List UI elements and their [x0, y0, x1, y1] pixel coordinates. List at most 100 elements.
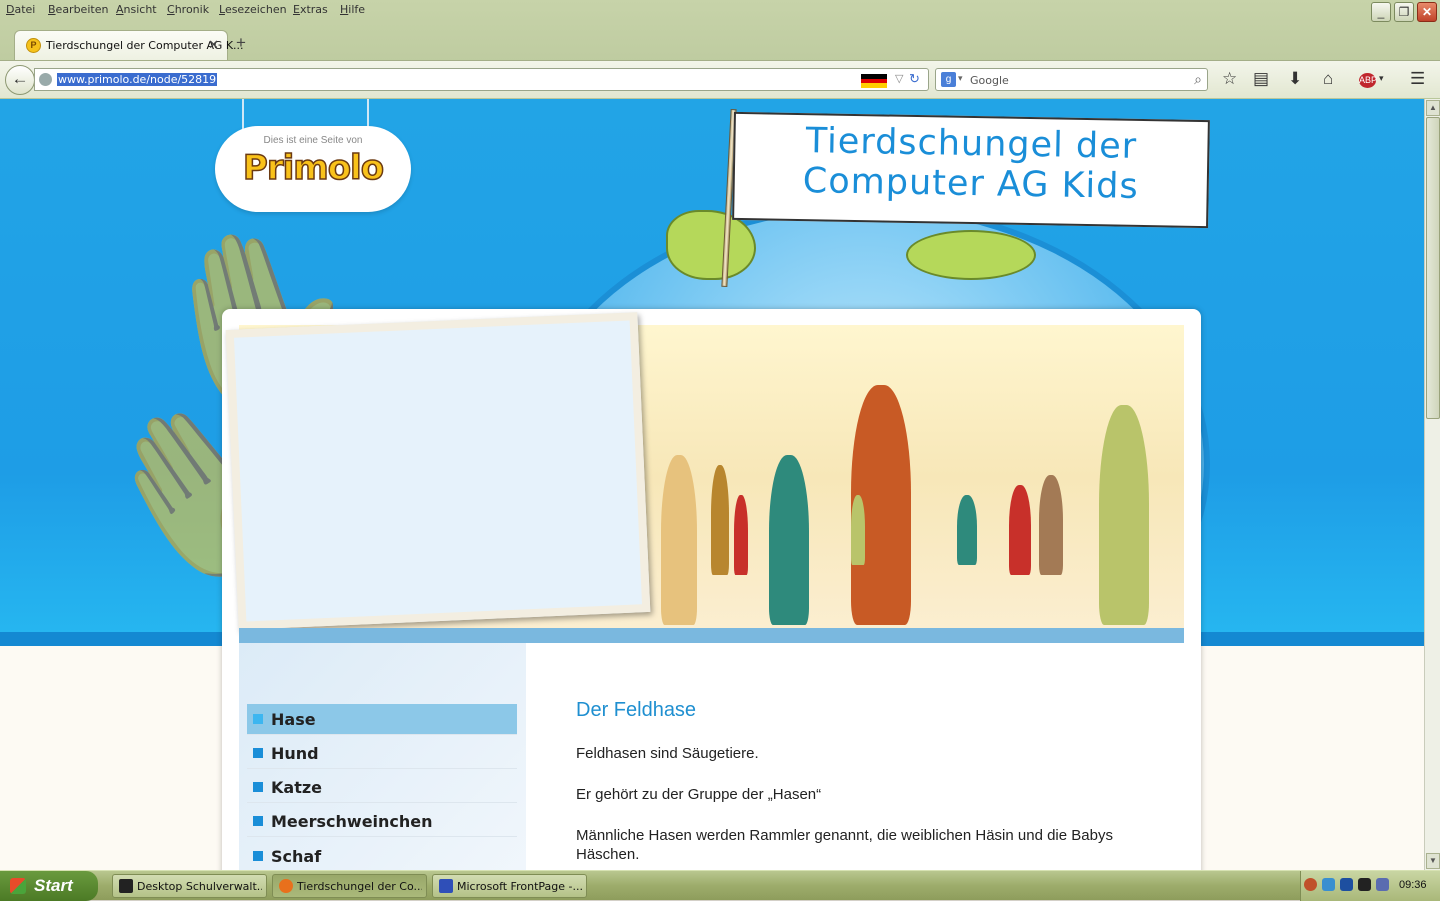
url-bar[interactable]: www.primolo.de/node/52819 ▽ ↻ — [34, 68, 929, 91]
nav-item-schaf[interactable]: Schaf — [247, 841, 517, 870]
nav-item-hase[interactable]: Hase — [247, 704, 517, 735]
scroll-down-icon[interactable]: ▼ — [1426, 853, 1440, 869]
nav-item-label: Meerschweinchen — [271, 812, 433, 831]
minimize-icon: _ — [1377, 5, 1385, 19]
restore-icon: ❐ — [1398, 5, 1410, 19]
banner-title-line2: Computer AG Kids — [802, 161, 1139, 207]
hamburger-menu-icon[interactable]: ☰ — [1410, 69, 1425, 89]
nav-item-katze[interactable]: Katze — [247, 772, 517, 803]
article-paragraph: Er gehört zu der Gruppe der „Hasen“ — [576, 786, 822, 803]
console-icon[interactable] — [1358, 878, 1371, 891]
vertical-scrollbar[interactable]: ▲ ▼ — [1424, 99, 1440, 870]
tab-active[interactable]: P Tierdschungel der Computer AG K... ✕ — [14, 30, 244, 60]
tab-close-icon[interactable]: ✕ — [208, 37, 219, 53]
article-heading: Der Feldhase — [576, 699, 697, 721]
firefox-icon — [279, 879, 293, 893]
primolo-logo[interactable]: Dies ist eine Seite von Primolo — [215, 126, 411, 212]
menu-bar: Datei Bearbeiten Ansicht Chronik Lesezei… — [0, 0, 1440, 22]
monitor-icon[interactable] — [1376, 878, 1389, 891]
start-button[interactable]: Start — [0, 871, 98, 901]
back-button[interactable]: ← — [5, 65, 35, 95]
taskbar-button-frontpage[interactable]: Microsoft FrontPage -... — [432, 874, 587, 898]
clock: 09:36 — [1399, 879, 1427, 891]
close-icon: ✕ — [1421, 5, 1433, 19]
taskbar-button-label: Microsoft FrontPage -... — [457, 880, 582, 893]
bluetooth-icon[interactable] — [1340, 878, 1353, 891]
new-tab-icon[interactable]: + — [236, 33, 246, 53]
reading-list-icon[interactable]: ▤ — [1253, 69, 1269, 89]
continent-shape — [906, 230, 1036, 280]
child-silhouette — [734, 495, 748, 575]
frontpage-icon — [439, 879, 453, 893]
bullet-square-icon — [253, 851, 263, 861]
menu-hilfe[interactable]: Hilfe — [340, 3, 365, 16]
child-silhouette — [1009, 485, 1031, 575]
article: Der Feldhase Feldhasen sind Säugetiere. … — [576, 699, 1176, 870]
navigation-toolbar: ← www.primolo.de/node/52819 ▽ ↻ g ▾ Goog… — [0, 60, 1440, 98]
child-silhouette — [711, 465, 729, 575]
adblock-icon[interactable]: ABP — [1359, 73, 1377, 88]
menu-extras[interactable]: Extras — [293, 3, 328, 16]
arrow-left-icon: ← — [11, 69, 29, 88]
bullet-square-icon — [253, 714, 263, 724]
content-panel: Hase Hund Katze Meerschweinchen Schaf De… — [222, 309, 1201, 870]
start-label: Start — [34, 876, 73, 895]
nav-item-label: Schaf — [271, 847, 322, 866]
tray-expand-icon[interactable] — [1304, 878, 1317, 891]
search-icon[interactable]: ⌕ — [1194, 71, 1202, 88]
logo-brand: Primolo — [242, 147, 385, 189]
bullet-square-icon — [253, 782, 263, 792]
menu-ansicht[interactable]: Ansicht — [116, 3, 157, 16]
adblock-dropdown-icon[interactable]: ▾ — [1379, 73, 1384, 84]
taskbar-button-firefox[interactable]: Tierdschungel der Co... — [272, 874, 427, 898]
nav-item-label: Katze — [271, 778, 323, 797]
logo-pretext: Dies ist eine Seite von — [263, 135, 363, 146]
menu-lesezeichen[interactable]: Lesezeichen — [219, 3, 287, 16]
nav-item-label: Hase — [271, 710, 316, 729]
menu-chronik[interactable]: Chronik — [167, 3, 209, 16]
photo-frame — [225, 312, 651, 630]
url-text[interactable]: www.primolo.de/node/52819 — [57, 73, 218, 86]
system-tray: 09:36 — [1300, 871, 1440, 901]
nav-item-label: Hund — [271, 744, 319, 763]
browser-chrome: Datei Bearbeiten Ansicht Chronik Lesezei… — [0, 0, 1440, 99]
scroll-thumb[interactable] — [1426, 117, 1440, 419]
web-page: ✋ ✋ Dies ist eine Seite von Primolo Tier… — [0, 99, 1424, 870]
dropdown-arrow-icon[interactable]: ▽ — [895, 72, 903, 85]
restore-button[interactable]: ❐ — [1394, 2, 1414, 22]
bookmark-star-icon[interactable]: ☆ — [1222, 69, 1237, 89]
search-bar[interactable]: g ▾ Google ⌕ — [935, 68, 1208, 91]
continent-shape — [666, 210, 756, 280]
taskbar-button-label: Desktop Schulverwalt... — [137, 880, 262, 893]
hero-bar — [239, 628, 1184, 643]
menu-bearbeiten[interactable]: Bearbeiten — [48, 3, 108, 16]
taskbar-button-desktop[interactable]: Desktop Schulverwalt... — [112, 874, 267, 898]
search-engine-dropdown-icon[interactable]: ▾ — [958, 73, 963, 84]
home-icon[interactable]: ⌂ — [1323, 69, 1333, 89]
network-icon[interactable] — [1322, 878, 1335, 891]
child-silhouette — [661, 455, 697, 625]
close-window-button[interactable]: ✕ — [1417, 2, 1437, 22]
taskbar-button-label: Tierdschungel der Co... — [297, 880, 422, 893]
menu-datei[interactable]: Datei — [6, 3, 35, 16]
sidebar-nav: Hase Hund Katze Meerschweinchen Schaf — [239, 643, 526, 870]
search-placeholder: Google — [970, 74, 1009, 87]
scroll-up-icon[interactable]: ▲ — [1426, 100, 1440, 116]
article-paragraph: Männliche Hasen werden Rammler genannt, … — [576, 827, 1113, 863]
windows-logo-icon — [10, 878, 26, 894]
bullet-square-icon — [253, 816, 263, 826]
german-flag-icon[interactable] — [861, 74, 887, 88]
taskbar: Start Desktop Schulverwalt... Tierdschun… — [0, 870, 1440, 901]
reload-icon[interactable]: ↻ — [909, 71, 920, 87]
globe-icon — [39, 73, 52, 86]
google-icon[interactable]: g — [941, 72, 956, 87]
download-icon[interactable]: ⬇ — [1288, 69, 1302, 89]
minimize-button[interactable]: _ — [1371, 2, 1391, 22]
nav-item-meerschweinchen[interactable]: Meerschweinchen — [247, 806, 517, 837]
child-silhouette — [851, 495, 865, 565]
nav-item-hund[interactable]: Hund — [247, 738, 517, 769]
title-banner: Tierdschungel der Computer AG Kids — [732, 111, 1210, 229]
child-silhouette — [1099, 405, 1149, 625]
primolo-favicon: P — [26, 38, 41, 53]
bullet-square-icon — [253, 748, 263, 758]
